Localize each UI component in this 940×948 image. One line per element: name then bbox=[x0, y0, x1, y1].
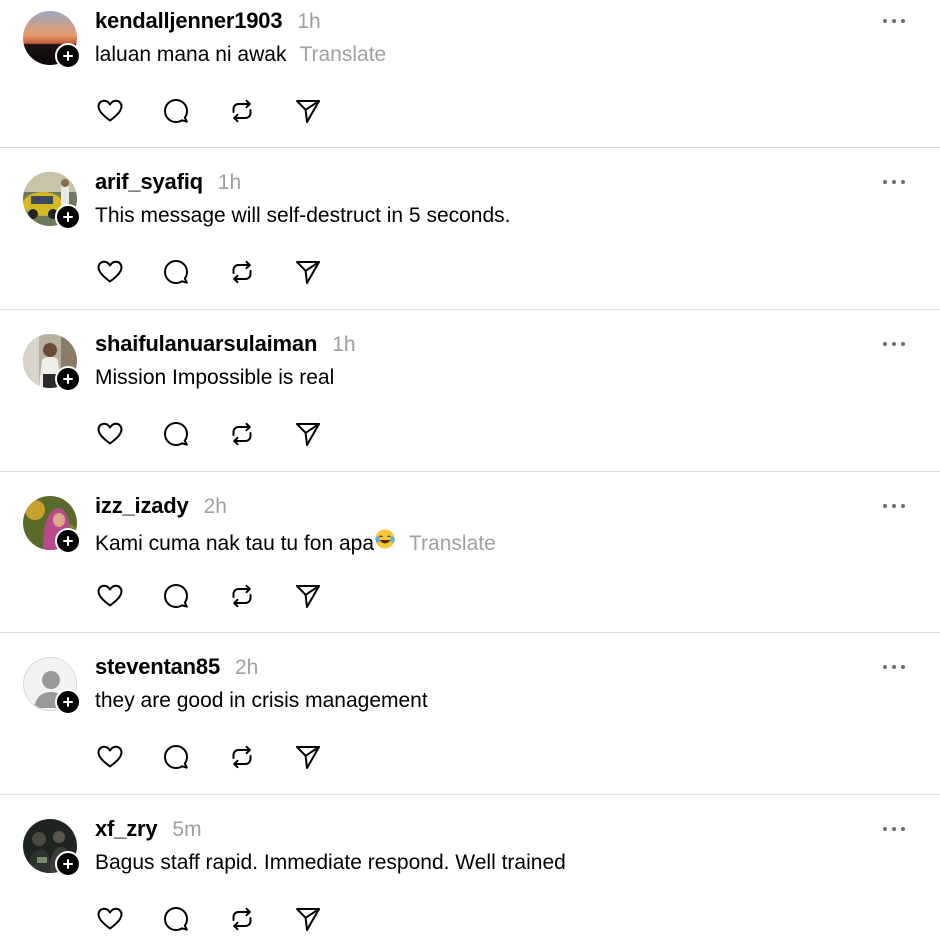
laughing-tears-emoji-icon bbox=[375, 529, 395, 549]
post-time: 1h bbox=[332, 333, 356, 356]
more-dots-icon[interactable] bbox=[880, 498, 908, 514]
divider bbox=[0, 632, 940, 633]
username[interactable]: shaifulanuarsulaiman bbox=[95, 331, 317, 357]
send-icon[interactable] bbox=[294, 97, 322, 125]
post-time: 2h bbox=[203, 495, 227, 518]
post-text: Bagus staff rapid. Immediate respond. We… bbox=[95, 851, 566, 874]
follow-plus-icon[interactable] bbox=[55, 689, 81, 715]
comment-bubble-icon[interactable] bbox=[162, 905, 190, 933]
more-dots-icon[interactable] bbox=[880, 821, 908, 837]
send-icon[interactable] bbox=[294, 743, 322, 771]
heart-icon[interactable] bbox=[96, 420, 124, 448]
repost-icon[interactable] bbox=[228, 97, 256, 125]
reply-post: steventan85 2h they are good in crisis m… bbox=[0, 646, 940, 808]
repost-icon[interactable] bbox=[228, 743, 256, 771]
post-text: Kami cuma nak tau tu fon apa bbox=[95, 532, 374, 555]
heart-icon[interactable] bbox=[96, 97, 124, 125]
username[interactable]: arif_syafiq bbox=[95, 169, 203, 195]
divider bbox=[0, 794, 940, 795]
divider bbox=[0, 471, 940, 472]
reply-post: arif_syafiq 1h This message will self-de… bbox=[0, 161, 940, 323]
post-text: they are good in crisis management bbox=[95, 689, 428, 712]
post-text: This message will self-destruct in 5 sec… bbox=[95, 204, 511, 227]
more-dots-icon[interactable] bbox=[880, 174, 908, 190]
follow-plus-icon[interactable] bbox=[55, 366, 81, 392]
post-time: 1h bbox=[217, 171, 242, 194]
more-dots-icon[interactable] bbox=[880, 336, 908, 352]
username[interactable]: kendalljenner1903 bbox=[95, 8, 283, 34]
send-icon[interactable] bbox=[294, 258, 322, 286]
post-time: 1h bbox=[297, 10, 321, 33]
send-icon[interactable] bbox=[294, 582, 322, 610]
comment-bubble-icon[interactable] bbox=[162, 258, 190, 286]
username[interactable]: izz_izady bbox=[95, 493, 189, 519]
translate-link[interactable]: Translate bbox=[299, 43, 386, 67]
follow-plus-icon[interactable] bbox=[55, 528, 81, 554]
more-dots-icon[interactable] bbox=[880, 13, 908, 29]
divider bbox=[0, 309, 940, 310]
post-time: 2h bbox=[234, 656, 259, 679]
send-icon[interactable] bbox=[294, 905, 322, 933]
comment-bubble-icon[interactable] bbox=[162, 743, 190, 771]
replies-feed: kendalljenner1903 1h laluan mana ni awak… bbox=[0, 0, 940, 948]
divider bbox=[0, 147, 940, 148]
heart-icon[interactable] bbox=[96, 905, 124, 933]
post-text: laluan mana ni awak bbox=[95, 43, 287, 66]
repost-icon[interactable] bbox=[228, 905, 256, 933]
post-text: Mission Impossible is real bbox=[95, 366, 335, 389]
comment-bubble-icon[interactable] bbox=[162, 582, 190, 610]
translate-link[interactable]: Translate bbox=[409, 532, 496, 556]
repost-icon[interactable] bbox=[228, 582, 256, 610]
repost-icon[interactable] bbox=[228, 420, 256, 448]
heart-icon[interactable] bbox=[96, 258, 124, 286]
send-icon[interactable] bbox=[294, 420, 322, 448]
comment-bubble-icon[interactable] bbox=[162, 97, 190, 125]
post-time: 5m bbox=[172, 818, 202, 841]
comment-bubble-icon[interactable] bbox=[162, 420, 190, 448]
username[interactable]: xf_zry bbox=[95, 816, 158, 842]
repost-icon[interactable] bbox=[228, 258, 256, 286]
heart-icon[interactable] bbox=[96, 743, 124, 771]
reply-post: shaifulanuarsulaiman 1h Mission Impossib… bbox=[0, 323, 940, 485]
follow-plus-icon[interactable] bbox=[55, 204, 81, 230]
heart-icon[interactable] bbox=[96, 582, 124, 610]
follow-plus-icon[interactable] bbox=[55, 43, 81, 69]
follow-plus-icon[interactable] bbox=[55, 851, 81, 877]
more-dots-icon[interactable] bbox=[880, 659, 908, 675]
reply-post: xf_zry 5m Bagus staff rapid. Immediate r… bbox=[0, 808, 940, 948]
username[interactable]: steventan85 bbox=[95, 654, 220, 680]
reply-post: izz_izady 2h Kami cuma nak tau tu fon ap… bbox=[0, 485, 940, 647]
reply-post: kendalljenner1903 1h laluan mana ni awak… bbox=[0, 0, 940, 162]
